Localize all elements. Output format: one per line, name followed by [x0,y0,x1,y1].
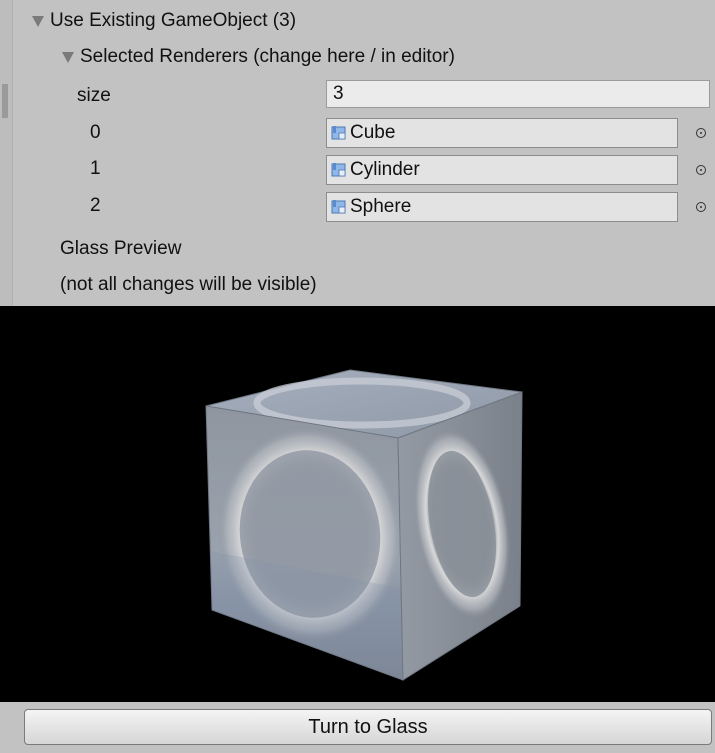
renderer-object-field-1[interactable]: Cylinder [326,155,678,185]
glass-preview-viewport[interactable] [0,306,715,702]
mesh-renderer-icon [331,162,347,178]
renderer-name: Cube [350,122,396,143]
object-picker-icon[interactable] [696,165,706,175]
element-index-label: 2 [90,195,101,216]
size-label: size [77,85,111,106]
foldout-triangle-icon [32,15,44,27]
use-existing-gameobject-foldout[interactable]: Use Existing GameObject (3) [32,4,296,38]
glass-cube-render [205,369,523,681]
foldout-triangle-icon [62,51,74,63]
size-input[interactable]: 3 [326,80,710,108]
gutter-scroll-mark [2,84,8,118]
glass-preview-note: (not all changes will be visible) [60,274,317,295]
renderer-name: Sphere [350,196,412,217]
foldout-title: Use Existing GameObject (3) [50,10,297,31]
object-picker-icon[interactable] [696,202,706,212]
element-index-label: 1 [90,158,101,179]
renderer-name: Cylinder [350,159,420,180]
inspector-panel: Use Existing GameObject (3) Selected Ren… [0,0,715,753]
mesh-renderer-icon [331,199,347,215]
mesh-renderer-icon [331,125,347,141]
glass-preview-title: Glass Preview [60,238,182,259]
object-picker-icon[interactable] [696,128,706,138]
renderer-object-field-0[interactable]: Cube [326,118,678,148]
element-index-label: 0 [90,122,101,143]
turn-to-glass-button[interactable]: Turn to Glass [24,709,712,745]
selected-renderers-title: Selected Renderers (change here / in edi… [80,46,455,67]
renderer-object-field-2[interactable]: Sphere [326,192,678,222]
selected-renderers-foldout[interactable]: Selected Renderers (change here / in edi… [62,40,455,74]
